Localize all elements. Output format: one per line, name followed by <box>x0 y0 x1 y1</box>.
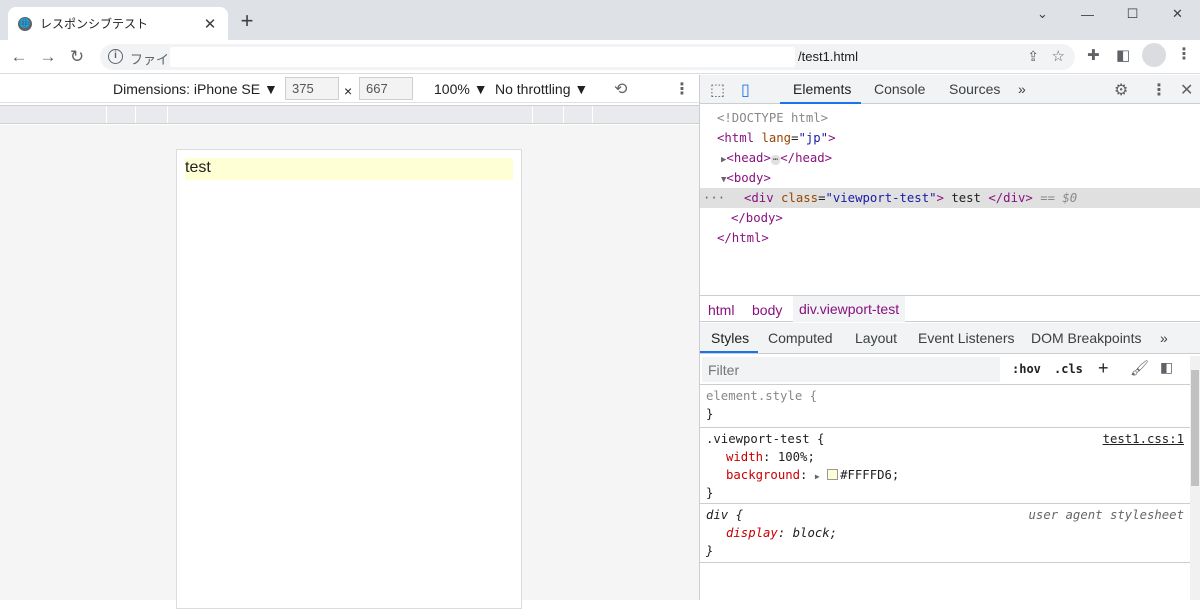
devtools-panel: ⬚ ▯ Elements Console Sources » ⚙ ⋮ ✕ <!D… <box>699 75 1200 600</box>
media-query-ruler[interactable] <box>0 105 699 124</box>
new-tab-button[interactable]: + <box>236 10 258 34</box>
scrollbar-thumb[interactable] <box>1191 370 1199 486</box>
color-swatch[interactable] <box>827 469 839 480</box>
dom-head-node[interactable]: ▶<head> ⋯ </head> <box>700 148 1200 168</box>
styles-scrollbar[interactable] <box>1190 356 1200 600</box>
collapsed-ellipsis[interactable]: ⋯ <box>770 155 781 165</box>
dom-body-close[interactable]: </body> <box>700 208 1200 228</box>
device-viewport[interactable]: test <box>176 149 522 609</box>
window-close-button[interactable]: ✕ <box>1155 0 1200 28</box>
tab-close-icon[interactable]: ✕ <box>202 15 218 33</box>
zoom-select[interactable]: 100% ▼ <box>434 81 488 97</box>
tab-elements[interactable]: Elements <box>793 81 851 97</box>
dimensions-times: × <box>344 83 353 99</box>
tab-layout[interactable]: Layout <box>855 330 897 346</box>
device-dimensions-select[interactable]: Dimensions: iPhone SE ▼ <box>113 81 278 97</box>
device-toolbar: Dimensions: iPhone SE ▼ 375 × 667 100% ▼… <box>0 75 699 103</box>
devtools-close-icon[interactable]: ✕ <box>1180 80 1193 100</box>
prop-display: display: block; <box>726 526 838 540</box>
toggle-sidebar-icon[interactable]: ◧ <box>1160 359 1173 376</box>
maximize-button[interactable]: ☐ <box>1110 0 1155 28</box>
styles-tab-underline <box>700 351 758 353</box>
tab-computed[interactable]: Computed <box>768 330 833 346</box>
back-icon[interactable]: ← <box>8 46 30 68</box>
breadcrumb-body[interactable]: body <box>752 302 782 318</box>
device-height-input[interactable]: 667 <box>359 77 413 100</box>
bookmark-star-icon[interactable]: ☆ <box>1052 47 1065 65</box>
more-tabs-icon[interactable]: » <box>1018 81 1026 97</box>
viewport-test-div: test <box>185 158 513 180</box>
inspect-element-icon[interactable]: ⬚ <box>710 80 725 100</box>
device-toggle-icon[interactable]: ▯ <box>741 80 750 100</box>
dom-tree: <!DOCTYPE html> <html lang="jp"> ▶<head>… <box>700 105 1200 295</box>
share-icon[interactable]: ⇪ <box>1027 48 1039 65</box>
new-style-rule-icon[interactable]: + <box>1098 358 1109 379</box>
reload-icon[interactable]: ↻ <box>66 46 88 68</box>
element-style-selector: element.style { <box>706 389 818 403</box>
paint-icon[interactable]: 🖌 <box>1130 359 1149 377</box>
dom-div-node-selected[interactable]: ··· <div class="viewport-test"> test </d… <box>700 188 1200 208</box>
active-tab-underline <box>780 102 861 104</box>
rule-close-brace: } <box>706 544 714 558</box>
device-width-input[interactable]: 375 <box>285 77 339 100</box>
tab-title: レスポンシブテスト <box>40 17 149 31</box>
browser-tab[interactable]: 🌐 レスポンシブテスト ✕ <box>8 7 228 40</box>
tab-strip: 🌐 レスポンシブテスト ✕ + ⌄ — ☐ ✕ <box>0 0 1200 40</box>
tab-search-icon[interactable]: ⌄ <box>1020 0 1065 28</box>
window-controls: ⌄ — ☐ ✕ <box>1020 0 1200 28</box>
address-path-redacted <box>170 47 795 67</box>
profile-avatar[interactable] <box>1142 43 1166 67</box>
dom-html-close[interactable]: </html> <box>700 228 1200 248</box>
expand-background-icon[interactable]: ▶ <box>815 472 820 481</box>
user-agent-stylesheet-label: user agent stylesheet <box>1028 508 1184 522</box>
tab-event-listeners[interactable]: Event Listeners <box>918 330 1015 346</box>
node-actions-icon[interactable]: ··· <box>703 188 725 208</box>
styles-filter-bar: :hov .cls + 🖌 ◧ <box>700 355 1200 385</box>
devtools-settings-icon[interactable]: ⚙ <box>1114 80 1128 100</box>
rule-viewport-test[interactable]: .viewport-test { test1.css:1 width: 100%;… <box>700 428 1190 504</box>
tab-dom-breakpoints[interactable]: DOM Breakpoints <box>1031 330 1141 346</box>
viewport-background: test <box>0 125 699 609</box>
throttling-select[interactable]: No throttling ▼ <box>495 81 588 97</box>
rule-close-brace: } <box>706 486 714 500</box>
styles-rules: element.style { } .viewport-test { test1.… <box>700 385 1190 600</box>
tab-styles[interactable]: Styles <box>711 330 749 346</box>
styles-filter-input[interactable] <box>702 357 1000 382</box>
div-selector: div { <box>706 508 744 522</box>
styles-more-icon[interactable]: » <box>1160 330 1168 346</box>
tab-console[interactable]: Console <box>874 81 925 97</box>
hov-toggle[interactable]: :hov <box>1012 362 1041 376</box>
prop-width[interactable]: width: 100%; <box>706 448 1184 466</box>
forward-icon[interactable]: → <box>37 46 59 68</box>
prop-background[interactable]: background: ▶ #FFFFD6; <box>706 466 1184 484</box>
styles-tab-bar: Styles Computed Layout Event Listeners D… <box>700 323 1200 354</box>
devtools-menu-icon[interactable]: ⋮ <box>1151 80 1167 100</box>
breadcrumb-div[interactable]: div.viewport-test <box>793 296 906 322</box>
devtools-tab-bar: ⬚ ▯ Elements Console Sources » ⚙ ⋮ ✕ <box>700 75 1200 104</box>
globe-icon: 🌐 <box>18 16 32 31</box>
tab-sources[interactable]: Sources <box>949 81 1000 97</box>
breadcrumb-html[interactable]: html <box>708 302 734 318</box>
browser-menu-icon[interactable]: ⋮ <box>1176 44 1192 64</box>
info-icon[interactable]: i <box>108 49 123 64</box>
extensions-icon[interactable]: ✚ <box>1087 46 1100 64</box>
dom-doctype[interactable]: <!DOCTYPE html> <box>700 108 1200 128</box>
rule-close-brace: } <box>706 407 714 421</box>
dom-html-node[interactable]: <html lang="jp"> <box>700 128 1200 148</box>
dom-body-node[interactable]: ▼<body> <box>700 168 1200 188</box>
device-more-icon[interactable]: ⋮ <box>674 79 690 99</box>
breadcrumb: html body div.viewport-test <box>700 295 1200 322</box>
viewport-test-selector: .viewport-test { <box>706 432 825 446</box>
address-bar[interactable]: i ファイル /test1.html ⇪ ☆ <box>100 44 1075 70</box>
rotate-icon[interactable]: ⟲ <box>614 79 627 99</box>
address-url: /test1.html <box>798 49 858 64</box>
rule-div-user-agent[interactable]: div { user agent stylesheet display: bloc… <box>700 504 1190 563</box>
device-emulation-pane: Dimensions: iPhone SE ▼ 375 × 667 100% ▼… <box>0 75 699 609</box>
side-panel-icon[interactable]: ◧ <box>1116 46 1130 64</box>
source-link-test1-css[interactable]: test1.css:1 <box>1103 430 1184 448</box>
browser-toolbar: ← → ↻ i ファイル /test1.html ⇪ ☆ <box>0 40 1200 74</box>
minimize-button[interactable]: — <box>1065 0 1110 28</box>
rule-element-style[interactable]: element.style { } <box>700 385 1190 428</box>
cls-toggle[interactable]: .cls <box>1054 362 1083 376</box>
